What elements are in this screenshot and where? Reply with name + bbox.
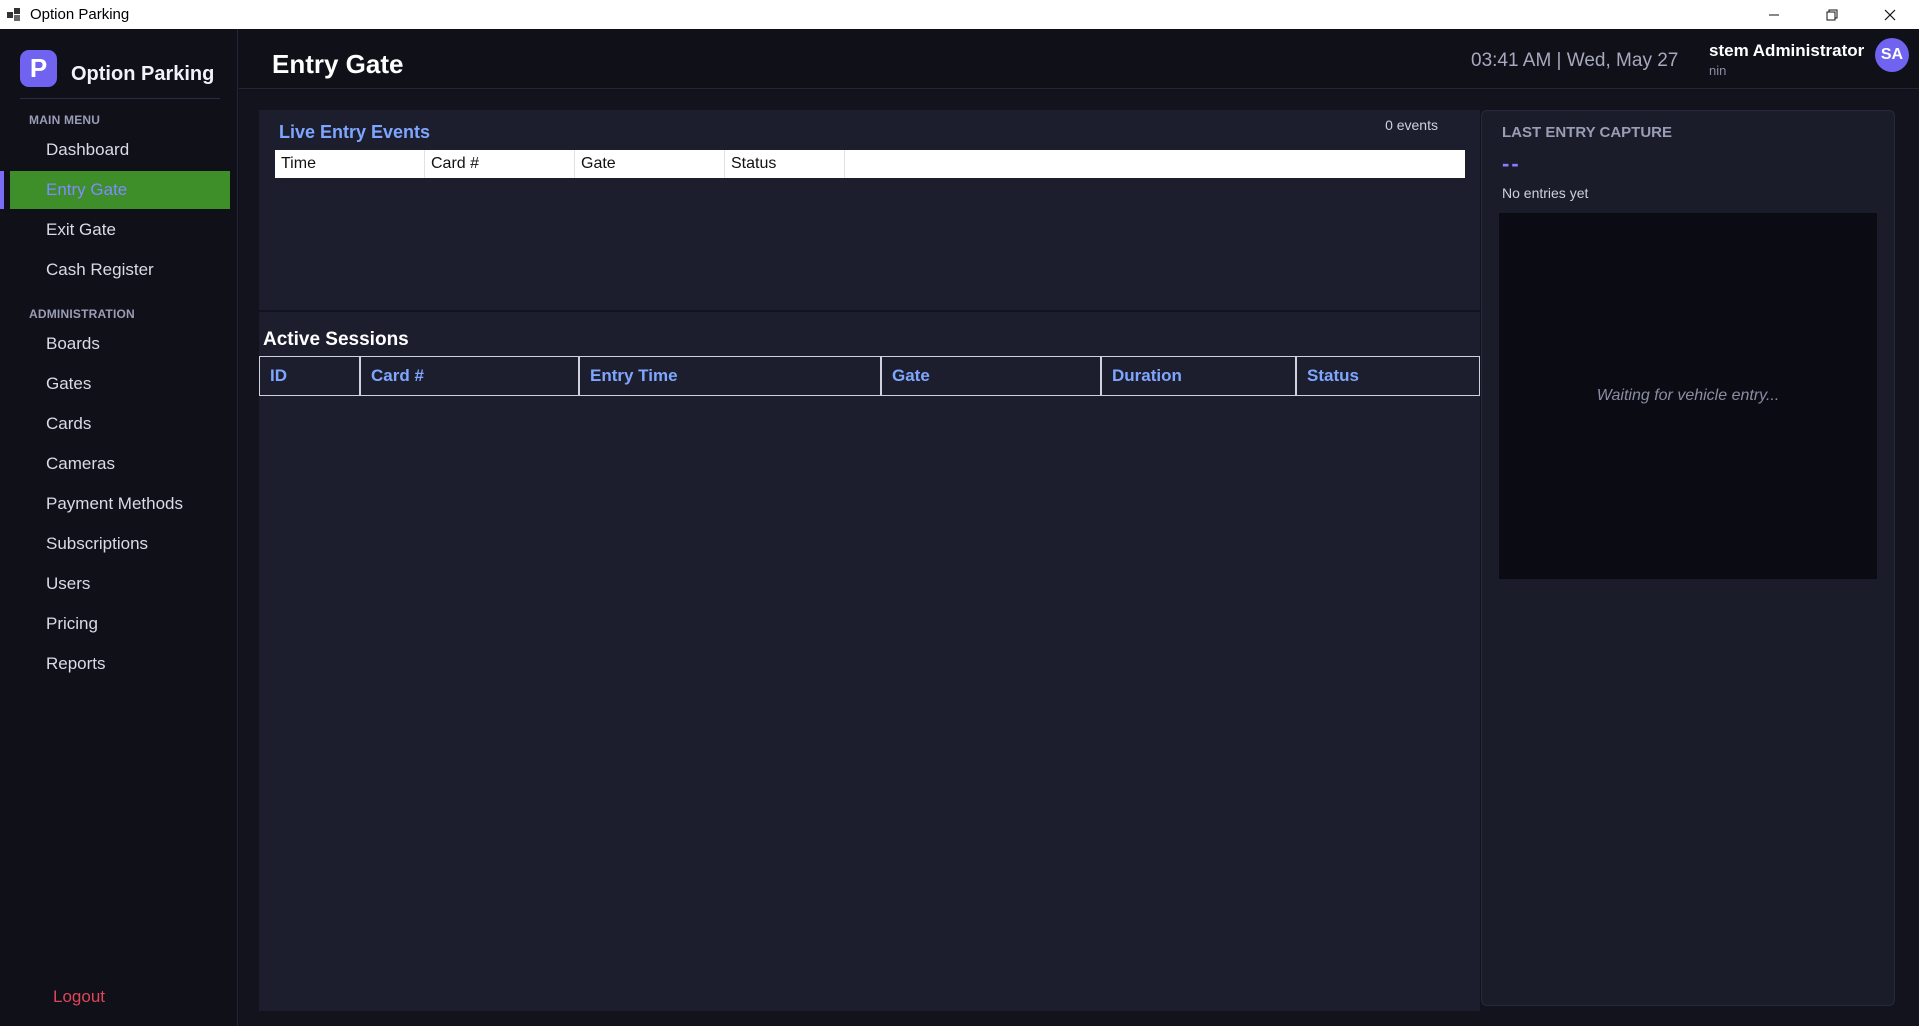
active-sessions-title: Active Sessions — [263, 329, 409, 350]
app-window-icon — [5, 6, 23, 24]
live-entry-events-panel: Live Entry Events 0 events Time Card # G… — [259, 110, 1480, 310]
brand-name: Option Parking — [71, 63, 215, 85]
column-header-gate[interactable]: Gate — [575, 150, 725, 178]
capture-status-text: No entries yet — [1502, 185, 1589, 201]
sidebar-item-subscriptions[interactable]: Subscriptions — [10, 525, 230, 563]
brand-logo-icon: P — [20, 50, 57, 87]
restore-button[interactable] — [1803, 0, 1861, 29]
sidebar-item-exit-gate[interactable]: Exit Gate — [10, 211, 230, 249]
close-icon — [1884, 9, 1896, 20]
window-title: Option Parking — [30, 6, 130, 23]
active-sessions-table-header: ID Card # Entry Time Gate Duration Statu… — [259, 356, 1480, 396]
avatar[interactable]: SA — [1875, 38, 1909, 72]
live-entry-events-title: Live Entry Events — [279, 122, 431, 142]
page-header: Entry Gate 03:41 AM | Wed, May 27 stem A… — [239, 29, 1919, 89]
last-entry-capture-title: LAST ENTRY CAPTURE — [1502, 124, 1673, 141]
capture-placeholder-text: Waiting for vehicle entry... — [1596, 387, 1780, 404]
column-header-card[interactable]: Card # — [425, 150, 575, 178]
minimize-icon — [1769, 14, 1779, 15]
minimize-button[interactable] — [1745, 0, 1803, 29]
sidebar-item-gates[interactable]: Gates — [10, 365, 230, 403]
column-header-id[interactable]: ID — [260, 357, 361, 395]
column-header-status[interactable]: Status — [725, 150, 845, 178]
brand: P Option Parking — [20, 45, 220, 99]
sidebar: P Option Parking MAIN MENU Dashboard Ent… — [0, 29, 238, 1026]
sidebar-item-payment-methods[interactable]: Payment Methods — [10, 485, 230, 523]
sidebar-item-reports[interactable]: Reports — [10, 645, 230, 683]
live-events-table-header: Time Card # Gate Status — [275, 150, 1465, 178]
restore-icon — [1826, 9, 1838, 20]
column-header-duration[interactable]: Duration — [1102, 357, 1297, 395]
sidebar-item-pricing[interactable]: Pricing — [10, 605, 230, 643]
active-item-marker — [0, 171, 4, 209]
logout-button[interactable]: Logout — [53, 987, 105, 1007]
events-count: 0 events — [1385, 117, 1438, 133]
sidebar-item-boards[interactable]: Boards — [10, 325, 230, 363]
sidebar-item-users[interactable]: Users — [10, 565, 230, 603]
active-sessions-panel: Active Sessions ID Card # Entry Time Gat… — [259, 312, 1480, 1011]
sidebar-item-dashboard[interactable]: Dashboard — [10, 131, 230, 169]
section-label-main-menu: MAIN MENU — [29, 113, 101, 127]
main-content: Live Entry Events 0 events Time Card # G… — [239, 90, 1919, 1026]
clock-display: 03:41 AM | Wed, May 27 — [1471, 50, 1679, 71]
sidebar-item-cash-register[interactable]: Cash Register — [10, 251, 230, 289]
page-title: Entry Gate — [272, 49, 404, 79]
section-label-administration: ADMINISTRATION — [29, 307, 135, 321]
window-titlebar: Option Parking — [0, 0, 1919, 29]
column-header-status[interactable]: Status — [1297, 357, 1479, 395]
window-controls — [1745, 0, 1919, 29]
sidebar-item-cameras[interactable]: Cameras — [10, 445, 230, 483]
column-header-card[interactable]: Card # — [361, 357, 580, 395]
sidebar-item-cards[interactable]: Cards — [10, 405, 230, 443]
column-header-time[interactable]: Time — [275, 150, 425, 178]
last-entry-capture-panel: LAST ENTRY CAPTURE -- No entries yet Wai… — [1481, 110, 1895, 1006]
sidebar-item-entry-gate[interactable]: Entry Gate — [10, 171, 230, 209]
capture-image-area: Waiting for vehicle entry... — [1499, 213, 1877, 579]
column-header-entry-time[interactable]: Entry Time — [580, 357, 882, 395]
column-header-gate[interactable]: Gate — [882, 357, 1102, 395]
capture-plate-number: -- — [1502, 151, 1521, 176]
close-button[interactable] — [1861, 0, 1919, 29]
